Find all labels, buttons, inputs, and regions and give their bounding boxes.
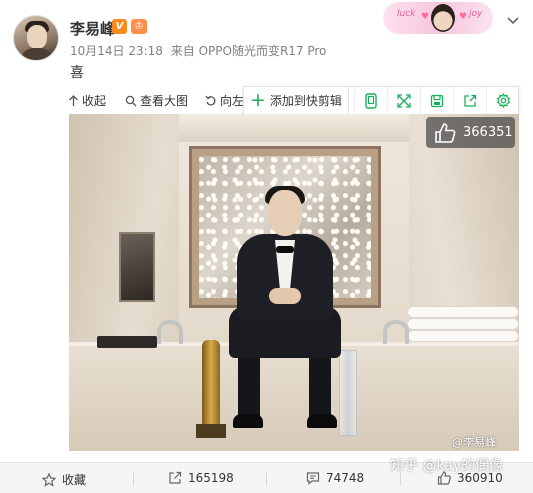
expand-icon[interactable] xyxy=(387,87,420,114)
card-avatar xyxy=(431,4,455,32)
username[interactable]: 李易峰 xyxy=(70,18,115,39)
search-icon xyxy=(125,95,137,106)
share-icon[interactable] xyxy=(453,87,486,114)
collapse-icon xyxy=(69,94,78,106)
plus-icon: + xyxy=(250,89,266,111)
post-meta: 10月14日 23:18 来自 OPPO随光而变R17 Pro xyxy=(70,42,330,59)
avatar[interactable] xyxy=(13,15,59,61)
comment-button[interactable]: 74748 xyxy=(306,471,364,485)
heart-icon: ♥ xyxy=(421,12,430,22)
post-text: 喜 xyxy=(70,65,84,81)
repost-icon xyxy=(169,471,182,484)
zhihu-watermark: 知乎 @kay的偶像 xyxy=(390,458,504,474)
repost-button[interactable]: 165198 xyxy=(168,471,234,485)
heart-icon: ♥ xyxy=(459,12,468,22)
chevron-down-icon[interactable] xyxy=(505,12,521,28)
image-watermark: @李易峰 xyxy=(452,436,496,449)
add-to-clip-label: 添加到快剪辑 xyxy=(269,94,342,108)
phone-icon[interactable] xyxy=(354,87,387,114)
post-date[interactable]: 10月14日 23:18 xyxy=(70,44,163,58)
view-large-label: 查看大图 xyxy=(140,94,189,108)
image-like-count: 366351 xyxy=(463,125,513,140)
view-large-button[interactable]: 查看大图 xyxy=(125,92,188,109)
rotate-left-icon xyxy=(205,95,216,105)
add-to-clip-button[interactable]: + 添加到快剪辑 xyxy=(248,87,349,114)
rotate-left-button[interactable]: 向左 xyxy=(205,92,244,109)
star-icon xyxy=(42,472,56,487)
weibo-post: 李易峰 V ♔ 10月14日 23:18 来自 OPPO随光而变R17 Pro … xyxy=(0,0,533,493)
comment-count: 74748 xyxy=(326,471,365,485)
comment-icon xyxy=(306,472,320,485)
repost-count: 165198 xyxy=(188,471,234,485)
favorite-label: 收藏 xyxy=(62,473,87,487)
favorite-button[interactable]: 收藏 xyxy=(42,471,86,488)
decorative-card: luck ♥ ♥ joy xyxy=(383,2,493,34)
rotate-left-label: 向左 xyxy=(220,94,245,108)
collapse-label: 收起 xyxy=(82,94,107,108)
member-crown-icon: ♔ xyxy=(131,19,147,34)
clip-popup: + 添加到快剪辑 xyxy=(243,86,519,115)
card-text-left: luck xyxy=(397,9,416,19)
verified-badge-icon: V xyxy=(112,19,127,34)
save-icon[interactable] xyxy=(420,87,453,114)
image-like-button[interactable]: 366351 xyxy=(426,117,515,148)
post-source[interactable]: 来自 OPPO随光而变R17 Pro xyxy=(171,44,327,58)
post-image[interactable] xyxy=(69,114,519,451)
settings-icon[interactable] xyxy=(486,87,519,114)
card-text-right: joy xyxy=(469,9,483,19)
collapse-button[interactable]: 收起 xyxy=(68,92,106,109)
thumbs-up-icon xyxy=(435,122,456,143)
